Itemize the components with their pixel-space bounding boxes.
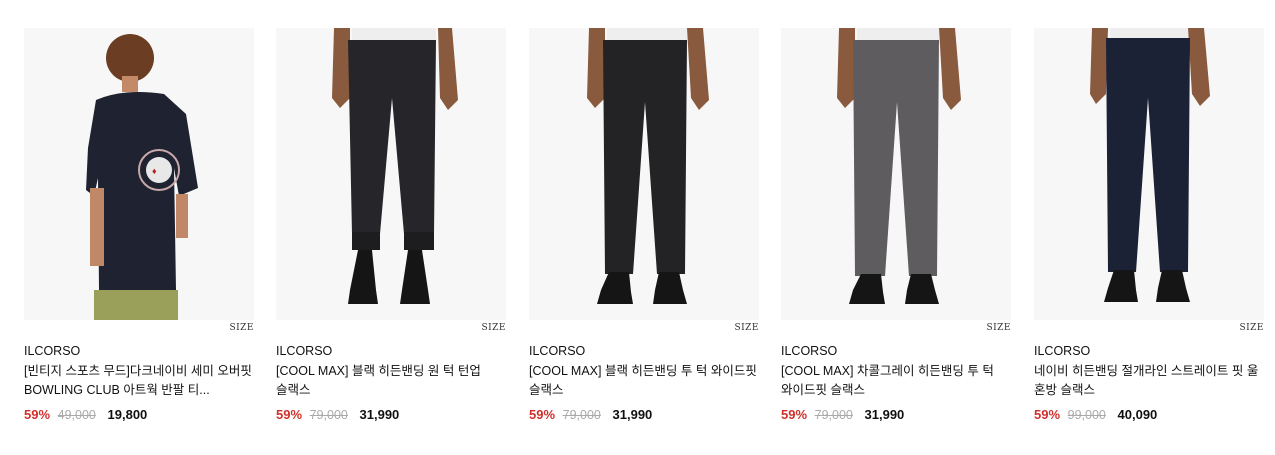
original-price: 79,000 <box>562 408 601 422</box>
product-card[interactable]: SIZE ILCORSO [COOL MAX] 블랙 히든밴딩 투 턱 와이드핏… <box>529 28 759 428</box>
discount-rate: 59% <box>781 407 808 422</box>
brand-name[interactable]: ILCORSO <box>24 344 80 358</box>
slacks-photo <box>276 28 506 320</box>
discount-rate: 59% <box>1034 407 1061 422</box>
product-title[interactable]: [빈티지 스포츠 무드]다크네이비 세미 오버핏 BOWLING CLUB 아트… <box>24 362 252 400</box>
price-row: 59% 79,000 31,990 <box>276 407 399 422</box>
original-price: 99,000 <box>1067 408 1106 422</box>
sale-price: 31,990 <box>864 407 905 422</box>
product-title[interactable]: 네이비 히든밴딩 절개라인 스트레이트 핏 울 혼방 슬랙스 <box>1034 362 1262 400</box>
price-row: 59% 99,000 40,090 <box>1034 407 1157 422</box>
product-image[interactable]: ♦ <box>24 28 254 320</box>
product-image[interactable] <box>529 28 759 320</box>
price-row: 59% 49,000 19,800 <box>24 407 147 422</box>
product-title[interactable]: [COOL MAX] 블랙 히든밴딩 원 턱 턴업 슬랙스 <box>276 362 504 400</box>
original-price: 79,000 <box>814 408 853 422</box>
product-card[interactable]: SIZE ILCORSO [COOL MAX] 블랙 히든밴딩 원 턱 턴업 슬… <box>276 28 506 428</box>
brand-name[interactable]: ILCORSO <box>276 344 332 358</box>
slacks-photo <box>529 28 759 320</box>
product-title[interactable]: [COOL MAX] 차콜그레이 히든밴딩 투 턱 와이드핏 슬랙스 <box>781 362 1009 400</box>
original-price: 49,000 <box>57 408 96 422</box>
product-grid: ♦ SIZE ILCORSO [빈티지 스포츠 무드]다크네이비 세미 오버핏 … <box>24 28 1264 428</box>
size-label[interactable]: SIZE <box>229 323 254 333</box>
product-image[interactable] <box>781 28 1011 320</box>
svg-text:♦: ♦ <box>152 166 157 176</box>
original-price: 79,000 <box>309 408 348 422</box>
size-label[interactable]: SIZE <box>986 323 1011 333</box>
slacks-photo <box>1034 28 1264 320</box>
price-row: 59% 79,000 31,990 <box>781 407 904 422</box>
brand-name[interactable]: ILCORSO <box>781 344 837 358</box>
size-label[interactable]: SIZE <box>481 323 506 333</box>
product-image[interactable] <box>1034 28 1264 320</box>
product-card[interactable]: ♦ SIZE ILCORSO [빈티지 스포츠 무드]다크네이비 세미 오버핏 … <box>24 28 254 428</box>
product-card[interactable]: SIZE ILCORSO [COOL MAX] 차콜그레이 히든밴딩 투 턱 와… <box>781 28 1011 428</box>
brand-name[interactable]: ILCORSO <box>529 344 585 358</box>
slacks-photo <box>781 28 1011 320</box>
brand-name[interactable]: ILCORSO <box>1034 344 1090 358</box>
size-label[interactable]: SIZE <box>1239 323 1264 333</box>
price-row: 59% 79,000 31,990 <box>529 407 652 422</box>
product-image[interactable] <box>276 28 506 320</box>
sale-price: 31,990 <box>359 407 400 422</box>
tshirt-photo: ♦ <box>24 28 254 320</box>
discount-rate: 59% <box>24 407 51 422</box>
product-card[interactable]: SIZE ILCORSO 네이비 히든밴딩 절개라인 스트레이트 핏 울 혼방 … <box>1034 28 1264 428</box>
product-title[interactable]: [COOL MAX] 블랙 히든밴딩 투 턱 와이드핏 슬랙스 <box>529 362 757 400</box>
size-label[interactable]: SIZE <box>734 323 759 333</box>
sale-price: 31,990 <box>612 407 653 422</box>
sale-price: 40,090 <box>1117 407 1158 422</box>
discount-rate: 59% <box>276 407 303 422</box>
sale-price: 19,800 <box>107 407 148 422</box>
discount-rate: 59% <box>529 407 556 422</box>
